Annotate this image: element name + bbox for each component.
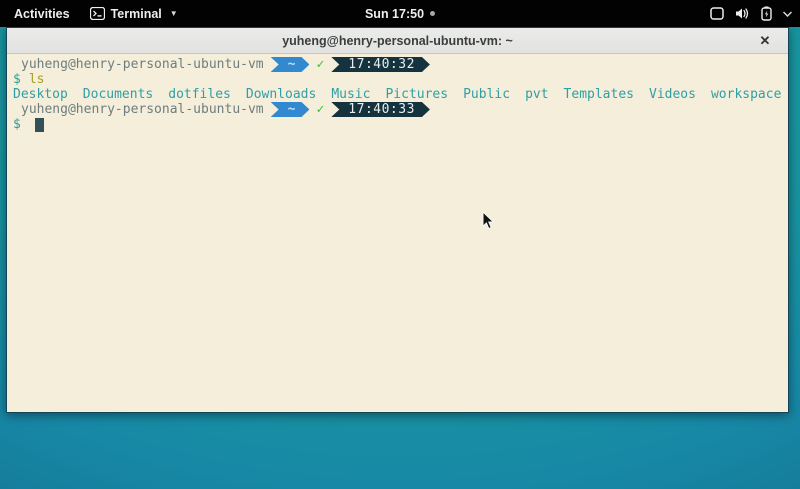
powerline-time-segment: 17:40:32 [331,57,430,72]
chevron-down-icon: ▼ [170,10,178,18]
check-icon: ✓ [316,57,324,72]
prompt-symbol: $ [13,117,21,132]
directory-name: Pictures [385,87,448,102]
terminal-window: yuheng@henry-personal-ubuntu-vm: ~ ✕ yuh… [6,27,789,413]
powerline-path-segment: ~ [271,102,310,117]
prompt-user: yuheng@henry-personal-ubuntu-vm [13,102,264,117]
directory-name: Public [463,87,510,102]
directory-name: Desktop [13,87,68,102]
clock[interactable]: Sun 17:50 [365,7,424,21]
mouse-cursor-icon [482,211,495,235]
display-icon [710,7,724,20]
check-icon: ✓ [316,102,324,117]
app-menu-label: Terminal [111,7,162,21]
top-bar: Activities Terminal ▼ Sun 17:50 [0,0,800,27]
prompt-line: yuheng@henry-personal-ubuntu-vm ~ ✓ 17:4… [13,57,788,72]
chevron-down-icon [783,11,792,17]
terminal-app-icon [90,7,105,20]
directory-name: pvt [525,87,548,102]
terminal-content[interactable]: yuheng@henry-personal-ubuntu-vm ~ ✓ 17:4… [7,54,788,412]
directory-name: Downloads [246,87,316,102]
input-line[interactable]: $ [13,117,788,132]
app-menu-terminal[interactable]: Terminal ▼ [90,7,178,21]
ls-output-line: Desktop Documents dotfiles Downloads Mus… [13,87,788,102]
notification-dot-icon [430,11,435,16]
system-status-area[interactable] [710,0,792,27]
prompt-line: yuheng@henry-personal-ubuntu-vm ~ ✓ 17:4… [13,102,788,117]
directory-name: Templates [564,87,634,102]
volume-icon [735,7,750,20]
prompt-symbol: $ [13,72,21,87]
window-title: yuheng@henry-personal-ubuntu-vm: ~ [282,34,513,48]
directory-name: Videos [649,87,696,102]
directory-name: dotfiles [168,87,231,102]
command-line: $ ls [13,72,788,87]
command-text: ls [29,72,45,87]
text-cursor [35,118,44,132]
directory-name: Documents [83,87,153,102]
directory-name: workspace [711,87,781,102]
window-titlebar[interactable]: yuheng@henry-personal-ubuntu-vm: ~ ✕ [7,28,788,54]
prompt-user: yuheng@henry-personal-ubuntu-vm [13,57,264,72]
battery-charging-icon [761,6,772,21]
close-button[interactable]: ✕ [754,28,776,54]
directory-name: Music [331,87,370,102]
powerline-path-segment: ~ [271,57,310,72]
powerline-time-segment: 17:40:33 [331,102,430,117]
activities-button[interactable]: Activities [10,5,74,23]
